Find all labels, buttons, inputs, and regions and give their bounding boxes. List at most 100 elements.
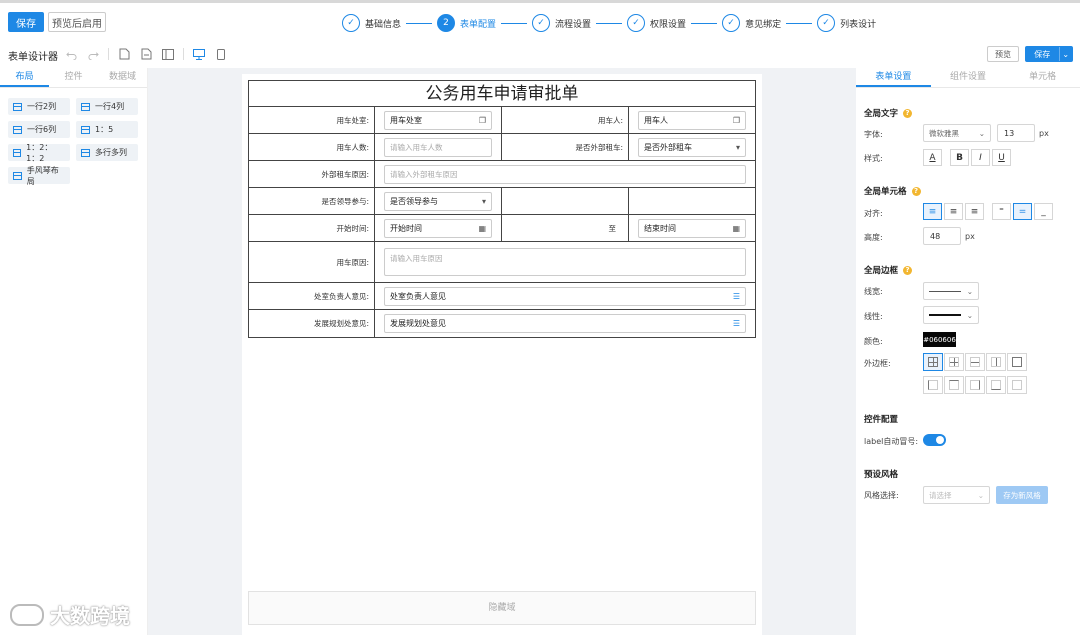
- border-vertical-icon[interactable]: [986, 353, 1006, 371]
- valign-top-icon[interactable]: ⁼: [992, 203, 1011, 220]
- layout-item[interactable]: 一行2列: [8, 98, 70, 115]
- line-width-select[interactable]: ⌄: [923, 282, 979, 300]
- dept-field[interactable]: 用车处室 ❐: [384, 110, 492, 130]
- layout-label: 一行4列: [95, 102, 125, 111]
- layout-item[interactable]: 1：5: [76, 121, 138, 138]
- dept-value: 用车处室: [390, 115, 422, 125]
- border-inner-icon[interactable]: [944, 353, 964, 371]
- save-button[interactable]: 保存: [8, 12, 44, 32]
- start-time-field[interactable]: 开始时间 ▦: [384, 218, 492, 238]
- border-horizontal-icon[interactable]: [965, 353, 985, 371]
- count-input[interactable]: 请输入用车人数: [384, 137, 492, 157]
- auto-colon-label: label自动冒号:: [864, 437, 919, 446]
- help-icon[interactable]: ?: [911, 186, 921, 196]
- tab-data-domain[interactable]: 数据域: [98, 68, 147, 87]
- tab-controls[interactable]: 控件: [49, 68, 98, 87]
- layout-icon[interactable]: [161, 47, 175, 61]
- plan-opinion-field[interactable]: 发展规划处意见 ☰: [384, 314, 746, 333]
- auto-colon-toggle[interactable]: [923, 434, 946, 446]
- valign-bottom-icon[interactable]: _: [1034, 203, 1053, 220]
- align-left-icon[interactable]: ≡: [923, 203, 942, 220]
- layout-item[interactable]: 多行多列: [76, 144, 138, 161]
- left-panel: 布局 控件 数据域 一行2列 一行4列 一行6列 1：5 1：2：1：2 多行多…: [0, 68, 148, 635]
- tab-layout[interactable]: 布局: [0, 68, 49, 87]
- border-none-icon[interactable]: [1007, 376, 1027, 394]
- italic-button[interactable]: I: [971, 149, 990, 166]
- plan-opinion-value: 发展规划处意见: [390, 319, 446, 328]
- align-right-icon[interactable]: ≡: [965, 203, 984, 220]
- mobile-icon[interactable]: [214, 47, 228, 61]
- border-left-icon[interactable]: [923, 376, 943, 394]
- table-row: 开始时间: 开始时间 ▦ 至 结束时间 ▦: [249, 215, 755, 242]
- line-style-select[interactable]: ⌄: [923, 306, 979, 324]
- step-list-design[interactable]: ✓ 列表设计: [817, 14, 876, 32]
- dept-cell: 用车处室 ❐: [375, 107, 502, 133]
- tab-component-settings[interactable]: 组件设置: [931, 68, 1006, 87]
- layout-item[interactable]: 手风琴布局: [8, 166, 70, 186]
- undo-icon[interactable]: [64, 47, 78, 61]
- watermark-logo: [10, 603, 44, 626]
- layout-item[interactable]: 一行6列: [8, 121, 70, 138]
- preview-button[interactable]: 预览: [987, 46, 1019, 62]
- border-all-icon[interactable]: [923, 353, 943, 371]
- step-label: 权限设置: [650, 19, 687, 30]
- step-permission-settings[interactable]: ✓ 权限设置: [627, 14, 686, 32]
- ext-reason-input[interactable]: 请输入外部租车原因: [384, 164, 746, 184]
- empty-cell[interactable]: [502, 188, 629, 214]
- table-row: 外部租车原因: 请输入外部租车原因: [249, 161, 755, 188]
- help-icon[interactable]: ?: [903, 265, 913, 275]
- step-opinion-binding[interactable]: ✓ 意见绑定: [722, 14, 781, 32]
- font-family-select[interactable]: 微软雅黑 ⌄: [923, 124, 991, 142]
- end-time-field[interactable]: 结束时间 ▦: [638, 218, 746, 238]
- chevron-down-icon: ⌄: [978, 128, 985, 138]
- hidden-field-area[interactable]: 隐藏域: [248, 591, 756, 625]
- table-row: 用车人数: 请输入用车人数 是否外部租车: 是否外部租车 ▾: [249, 134, 755, 161]
- border-top-icon[interactable]: [944, 376, 964, 394]
- border-right-icon[interactable]: [965, 376, 985, 394]
- valign-middle-icon[interactable]: =: [1013, 203, 1032, 220]
- ext-select[interactable]: 是否外部租车 ▾: [638, 137, 746, 157]
- preview-enable-button[interactable]: 预览后启用: [48, 12, 106, 32]
- import-icon[interactable]: [139, 47, 153, 61]
- table-row: 是否领导参与: 是否领导参与 ▾: [249, 188, 755, 215]
- line-width-label: 线宽:: [864, 287, 883, 296]
- tab-cell[interactable]: 单元格: [1005, 68, 1080, 87]
- tab-form-settings[interactable]: 表单设置: [856, 68, 931, 87]
- border-glyph: [991, 380, 1001, 390]
- layout-item[interactable]: 一行4列: [76, 98, 138, 115]
- step-form-config[interactable]: 2 表单配置: [437, 14, 496, 32]
- step-basic-info[interactable]: ✓ 基础信息: [342, 14, 401, 32]
- border-color-picker[interactable]: #060606: [923, 332, 956, 347]
- user-field[interactable]: 用车人 ❐: [638, 110, 746, 130]
- step-flow-settings[interactable]: ✓ 流程设置: [532, 14, 591, 32]
- calendar-icon: ▦: [732, 223, 740, 233]
- font-label: 字体:: [864, 130, 883, 139]
- style-select[interactable]: 请选择 ⌄: [923, 486, 990, 504]
- reason-textarea[interactable]: 请输入用车原因: [384, 248, 746, 276]
- dept-opinion-field[interactable]: 处室负责人意见 ☰: [384, 286, 746, 306]
- start-label: 开始时间:: [249, 215, 375, 241]
- desktop-icon[interactable]: [192, 47, 206, 61]
- border-outer-icon[interactable]: [1007, 353, 1027, 371]
- redo-icon[interactable]: [86, 47, 100, 61]
- outer-border-label: 外边框:: [864, 359, 891, 368]
- list-icon: ☰: [732, 319, 740, 328]
- cell-height-input[interactable]: 48: [923, 227, 961, 245]
- toolbar-save-button[interactable]: 保存 ⌄: [1025, 46, 1073, 62]
- save-new-style-button[interactable]: 存为新风格: [996, 486, 1048, 504]
- font-color-button[interactable]: A: [923, 149, 942, 166]
- solid-line-preview: [929, 314, 961, 316]
- chevron-down-icon[interactable]: ⌄: [1058, 47, 1072, 61]
- bold-button[interactable]: B: [950, 149, 969, 166]
- border-bottom-icon[interactable]: [986, 376, 1006, 394]
- form-title[interactable]: 公务用车申请审批单: [249, 81, 755, 107]
- font-size-input[interactable]: 13: [997, 124, 1035, 142]
- designer-title: 表单设计器: [8, 52, 58, 63]
- clear-icon[interactable]: [117, 47, 131, 61]
- layout-item[interactable]: 1：2：1：2: [8, 143, 70, 163]
- leader-select[interactable]: 是否领导参与 ▾: [384, 191, 492, 211]
- help-icon[interactable]: ?: [903, 108, 913, 118]
- align-center-icon[interactable]: ≡: [944, 203, 963, 220]
- underline-button[interactable]: U: [992, 149, 1011, 166]
- empty-cell[interactable]: [629, 188, 755, 214]
